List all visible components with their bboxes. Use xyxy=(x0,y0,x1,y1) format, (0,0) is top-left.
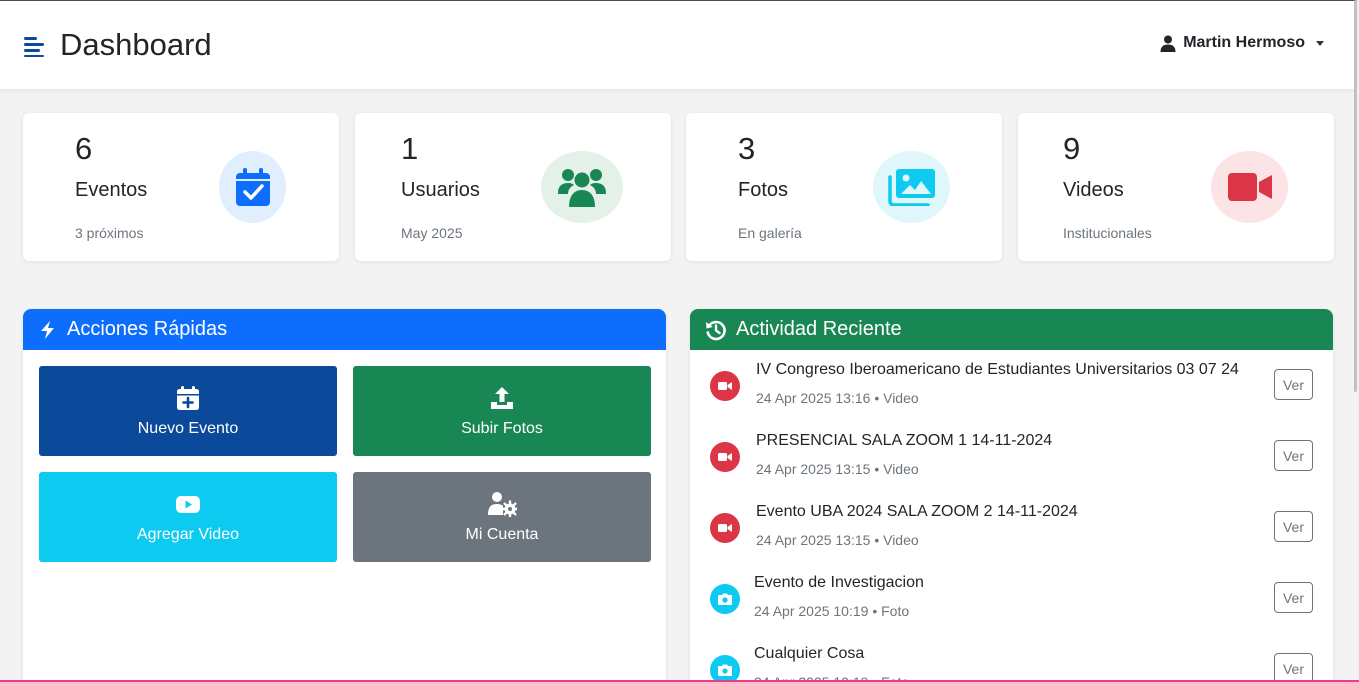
video-camera-icon xyxy=(1211,151,1288,223)
quick-actions-panel: Acciones Rápidas Nuevo Evento Subir Foto… xyxy=(23,309,666,682)
upload-photos-button[interactable]: Subir Fotos xyxy=(353,366,651,456)
stat-subtext: Institucionales xyxy=(1063,225,1152,241)
stat-label: Eventos xyxy=(75,179,148,201)
images-icon xyxy=(873,151,950,223)
scrollbar-thumb[interactable] xyxy=(1354,0,1357,392)
activity-item: Cualquier Cosa 24 Apr 2025 10:19 • Foto … xyxy=(690,634,1333,682)
view-button[interactable]: Ver xyxy=(1274,582,1313,613)
camera-icon xyxy=(710,655,740,682)
activity-title: Cualquier Cosa xyxy=(754,645,865,662)
video-icon xyxy=(710,371,740,401)
user-icon xyxy=(1160,35,1176,52)
activity-meta: 24 Apr 2025 13:16 • Video xyxy=(756,390,919,406)
stat-card-usuarios: 1 Usuarios May 2025 xyxy=(355,113,671,261)
activity-meta: 24 Apr 2025 13:15 • Video xyxy=(756,461,919,477)
chevron-down-icon xyxy=(1316,40,1324,46)
page-title: Dashboard xyxy=(60,27,212,62)
activity-title: Evento UBA 2024 SALA ZOOM 2 14-11-2024 xyxy=(756,503,1078,520)
stat-label: Usuarios xyxy=(401,179,480,201)
view-button[interactable]: Ver xyxy=(1274,369,1313,400)
new-event-button[interactable]: Nuevo Evento xyxy=(39,366,337,456)
video-icon xyxy=(710,513,740,543)
add-video-label: Agregar Video xyxy=(137,525,239,543)
stat-card-eventos: 6 Eventos 3 próximos xyxy=(23,113,339,261)
view-button[interactable]: Ver xyxy=(1274,653,1313,682)
video-icon xyxy=(710,442,740,472)
upload-icon xyxy=(491,386,513,409)
activity-item: Evento UBA 2024 SALA ZOOM 2 14-11-2024 2… xyxy=(690,492,1333,563)
new-event-label: Nuevo Evento xyxy=(137,419,239,437)
quick-actions-title: Acciones Rápidas xyxy=(67,318,228,340)
stat-subtext: En galería xyxy=(738,225,802,241)
quick-actions-header: Acciones Rápidas xyxy=(23,309,666,350)
stat-subtext: 3 próximos xyxy=(75,225,144,241)
stat-label: Fotos xyxy=(738,179,789,201)
activity-title: IV Congreso Iberoamericano de Estudiante… xyxy=(756,361,1239,378)
recent-activity-panel: Actividad Reciente IV Congreso Iberoamer… xyxy=(690,309,1333,682)
activity-meta: 24 Apr 2025 13:15 • Video xyxy=(756,532,919,548)
activity-item: Evento de Investigacion 24 Apr 2025 10:1… xyxy=(690,563,1333,634)
camera-icon xyxy=(710,584,740,614)
stat-value: 1 xyxy=(401,131,419,166)
stat-value: 9 xyxy=(1063,131,1081,166)
top-navbar: Dashboard Martin Hermoso xyxy=(0,1,1356,89)
upload-photos-label: Subir Fotos xyxy=(461,419,543,437)
menu-toggle-icon[interactable] xyxy=(23,35,45,57)
users-icon xyxy=(541,151,623,223)
calendar-check-icon xyxy=(219,151,286,223)
youtube-icon xyxy=(176,495,200,513)
stat-card-videos: 9 Videos Institucionales xyxy=(1018,113,1334,261)
history-icon xyxy=(706,320,726,340)
user-gear-icon xyxy=(488,491,517,517)
activity-item: PRESENCIAL SALA ZOOM 1 14-11-2024 24 Apr… xyxy=(690,421,1333,492)
view-button[interactable]: Ver xyxy=(1274,511,1313,542)
stat-value: 6 xyxy=(75,131,93,166)
user-name: Martin Hermoso xyxy=(1183,34,1305,51)
view-button[interactable]: Ver xyxy=(1274,440,1313,471)
activity-item: IV Congreso Iberoamericano de Estudiante… xyxy=(690,350,1333,421)
activity-title: PRESENCIAL SALA ZOOM 1 14-11-2024 xyxy=(756,432,1053,449)
activity-title: Evento de Investigacion xyxy=(754,574,924,591)
stat-subtext: May 2025 xyxy=(401,225,463,241)
calendar-plus-icon xyxy=(177,385,199,410)
stat-card-fotos: 3 Fotos En galería xyxy=(686,113,1002,261)
activity-meta: 24 Apr 2025 10:19 • Foto xyxy=(754,603,910,619)
lightning-bolt-icon xyxy=(41,320,54,339)
user-menu-dropdown[interactable]: Martin Hermoso xyxy=(1160,34,1324,52)
stat-label: Videos xyxy=(1063,179,1124,201)
add-video-button[interactable]: Agregar Video xyxy=(39,472,337,562)
my-account-label: Mi Cuenta xyxy=(465,525,539,543)
my-account-button[interactable]: Mi Cuenta xyxy=(353,472,651,562)
recent-activity-header: Actividad Reciente xyxy=(690,309,1333,350)
stat-value: 3 xyxy=(738,131,756,166)
recent-activity-title: Actividad Reciente xyxy=(736,318,902,340)
